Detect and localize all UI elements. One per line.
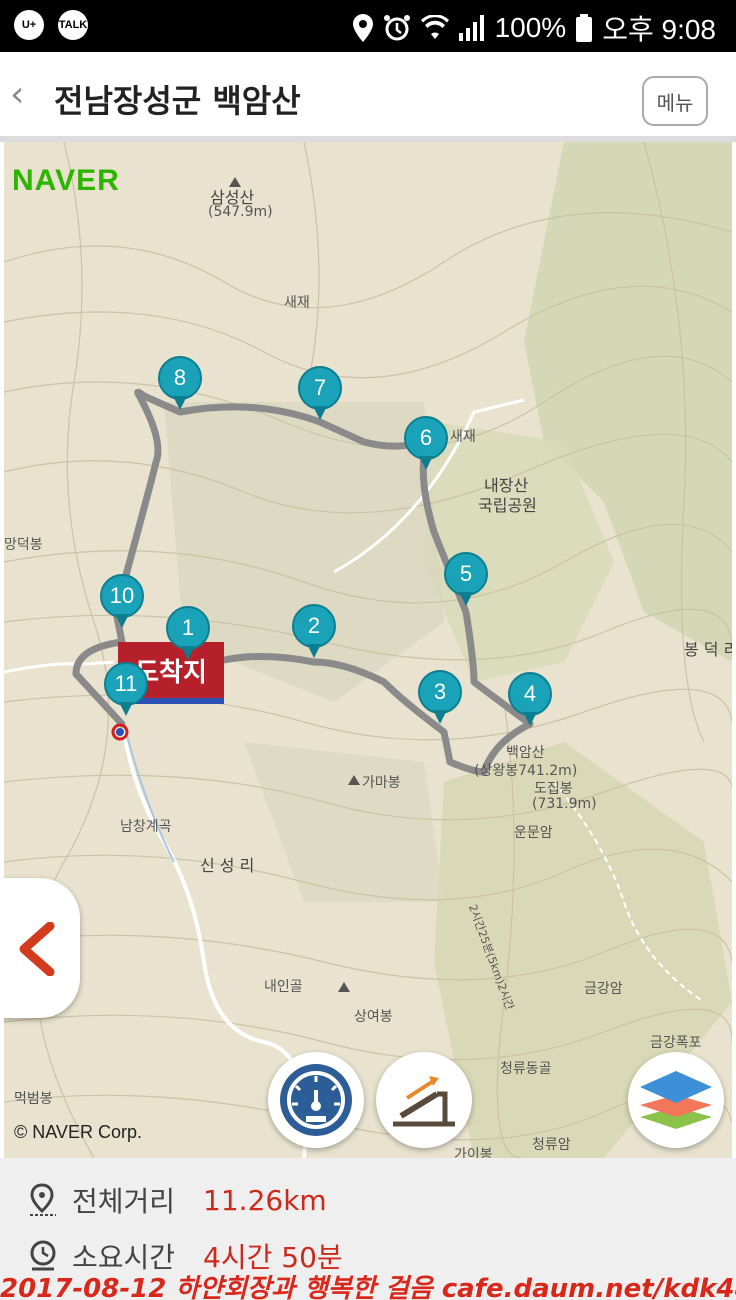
map-label: 국립공원 — [478, 496, 537, 515]
menu-button[interactable]: 메뉴 — [642, 76, 708, 126]
alarm-icon — [383, 15, 410, 41]
battery-icon — [576, 14, 593, 42]
map-label: 가마봉 — [362, 775, 401, 791]
map-label: (547.9m) — [208, 204, 273, 220]
map-label: (상왕봉741.2m) — [474, 763, 578, 779]
kakaotalk-icon: TALK — [58, 10, 88, 40]
map-label: 운문암 — [514, 825, 553, 841]
wifi-icon — [420, 15, 449, 39]
map-label: 상여봉 — [354, 1009, 393, 1025]
map-label: 신 성 리 — [200, 856, 255, 875]
distance-value: 11.26km — [203, 1183, 327, 1217]
map-view[interactable]: NAVER 삼성산 (547.9m) 새재 새재 내장산 국립공원 망덕봉 봉 … — [4, 142, 732, 1158]
photo-watermark: 2017-08-12 하얀회장과 행복한 걸음 cafe.daum.net/kd… — [0, 1274, 736, 1300]
distance-row: 전체거리 11.26km — [28, 1180, 327, 1220]
map-label: 금강폭포 — [650, 1035, 702, 1051]
map-label: 새재 — [284, 295, 310, 311]
map-label: 가이봉 — [454, 1147, 493, 1158]
speedometer-button[interactable] — [268, 1052, 364, 1148]
elevation-profile-button[interactable] — [376, 1052, 472, 1148]
waypoint-pin[interactable]: 4 — [508, 672, 552, 730]
clock: 오후 9:08 — [602, 14, 716, 45]
waypoint-pin[interactable]: 7 — [298, 366, 342, 424]
waypoint-pin[interactable]: 11 — [104, 662, 148, 720]
speedometer-icon — [280, 1064, 352, 1136]
distance-label: 전체거리 — [72, 1185, 176, 1218]
map-label: 남창계곡 — [120, 819, 172, 835]
map-label: 내인골 — [264, 979, 303, 995]
waypoint-pin[interactable]: 10 — [100, 574, 144, 632]
waypoint-pin[interactable]: 5 — [444, 552, 488, 610]
map-label: 백암산 — [506, 745, 545, 761]
uplus-icon: U+ — [14, 10, 44, 40]
page-title: 전남장성군 백암산 — [54, 82, 301, 120]
layers-button[interactable] — [628, 1052, 724, 1148]
map-label: 봉 덕 리 — [684, 640, 732, 659]
waypoint-pin[interactable]: 6 — [404, 416, 448, 474]
waypoint-pin[interactable]: 2 — [292, 604, 336, 662]
map-label: 도집봉 — [534, 781, 573, 797]
map-label: 청류동골 — [500, 1061, 552, 1077]
map-label: 망덕봉 — [4, 537, 43, 553]
waypoint-pin[interactable]: 1 — [166, 606, 210, 664]
map-label: 새재 — [450, 429, 476, 445]
collapse-panel-tab[interactable] — [4, 878, 80, 1018]
layers-icon — [640, 1071, 712, 1129]
chevron-left-icon — [19, 922, 55, 976]
map-copyright: © NAVER Corp. — [14, 1122, 142, 1142]
map-label: 청류암 — [532, 1137, 571, 1153]
location-icon — [352, 14, 373, 42]
route-pin-icon — [30, 1183, 56, 1216]
app-bar: ‹ 전남장성군 백암산 메뉴 — [0, 52, 736, 142]
back-icon[interactable]: ‹ — [10, 74, 24, 115]
waypoint-pin[interactable]: 8 — [158, 356, 202, 414]
status-bar: U+ TALK 100% 오후 9:08 — [0, 0, 736, 52]
waypoint-pin[interactable]: 3 — [418, 670, 462, 728]
signal-icon — [458, 15, 484, 41]
map-label: 금강암 — [584, 981, 623, 997]
battery-percent: 100% — [494, 12, 567, 43]
naver-logo: NAVER — [12, 164, 120, 197]
map-label: 먹범봉 — [14, 1091, 53, 1107]
elevation-icon — [393, 1076, 455, 1127]
map-label: (731.9m) — [532, 796, 597, 812]
